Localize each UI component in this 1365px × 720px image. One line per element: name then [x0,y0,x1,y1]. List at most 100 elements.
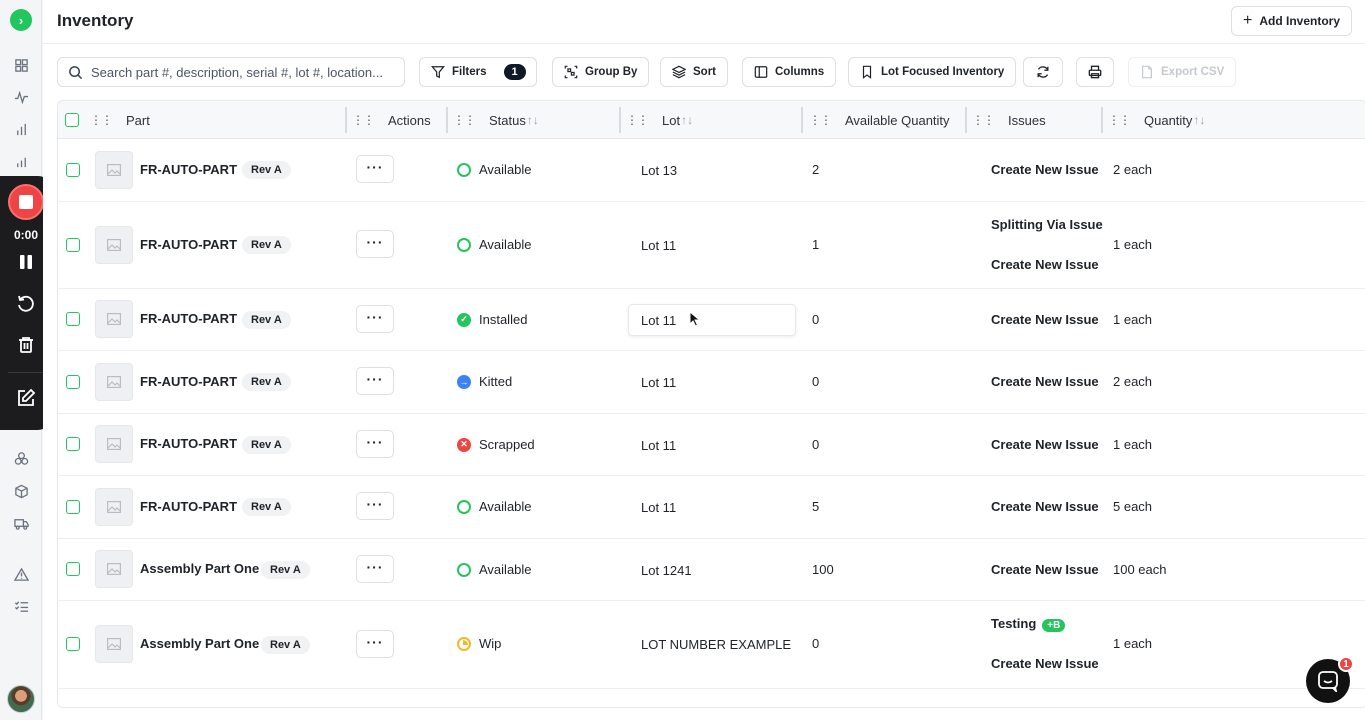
part-name[interactable]: Assembly Part One [140,561,259,576]
table-row[interactable]: FR-AUTO-PART Rev A ··· → Kitted Lot 11 0 … [58,351,1365,414]
select-all-checkbox[interactable] [65,113,79,127]
reports-icon[interactable] [12,152,30,170]
row-actions-more-button[interactable]: ··· [356,430,394,458]
row-actions-more-button[interactable]: ··· [356,305,394,333]
filters-button[interactable]: Filters 1 [419,57,537,87]
header-lot[interactable]: ⋮⋮ Lot ↑↓ [626,101,693,139]
row-checkbox[interactable] [66,163,80,177]
create-new-issue-link[interactable]: Create New Issue [991,562,1099,577]
lot-cell[interactable]: LOT NUMBER EXAMPLE [641,637,791,652]
row-actions-more-button[interactable]: ··· [356,630,394,658]
create-new-issue-link[interactable]: Create New Issue [991,374,1099,389]
header-quantity[interactable]: ⋮⋮ Quantity ↑↓ [1108,101,1205,139]
header-status[interactable]: ⋮⋮ Status ↑↓ [453,101,539,139]
lot-cell[interactable]: Lot 11 [641,313,676,328]
sort-arrows-icon[interactable]: ↑↓ [527,113,539,127]
table-row[interactable]: Assembly Part One Rev A ··· Wip LOT NUMB… [58,601,1365,689]
row-checkbox[interactable] [66,375,80,389]
user-avatar[interactable] [7,685,35,713]
part-name[interactable]: FR-AUTO-PART [140,374,237,389]
drag-handle-icon[interactable]: ⋮⋮ [1108,113,1131,127]
sort-arrows-icon[interactable]: ↑↓ [1193,113,1205,127]
group-by-button[interactable]: Group By [552,57,650,87]
part-name[interactable]: Assembly Part One [140,636,259,651]
annotate-button[interactable] [15,387,37,409]
activity-icon[interactable] [12,88,30,106]
drag-handle-icon[interactable]: ⋮⋮ [626,113,649,127]
lot-focused-inventory-button[interactable]: Lot Focused Inventory [848,57,1017,87]
create-new-issue-link[interactable]: Create New Issue [991,312,1099,327]
row-checkbox[interactable] [66,562,80,576]
create-new-issue-link[interactable]: Create New Issue [991,437,1099,452]
drag-handle-icon[interactable]: ⋮⋮ [352,113,375,127]
issue-link[interactable]: Testing +B [991,616,1066,632]
columns-button[interactable]: Columns [742,57,837,87]
delete-recording-button[interactable] [15,334,37,356]
issue-link[interactable]: Splitting Via Issue C [991,217,1107,232]
checklist-icon[interactable] [12,597,30,615]
drag-handle-icon[interactable]: ⋮⋮ [809,113,832,127]
bar-chart-icon[interactable] [12,120,30,138]
drag-handle-icon[interactable]: ⋮⋮ [972,113,995,127]
add-inventory-button[interactable]: + Add Inventory [1230,6,1352,36]
export-csv-button[interactable]: Export CSV [1128,57,1237,87]
warning-triangle-icon[interactable] [12,565,30,583]
print-button[interactable] [1076,57,1114,87]
pause-recording-button[interactable] [15,251,37,273]
part-name[interactable]: FR-AUTO-PART [140,162,237,177]
search-input[interactable] [91,64,391,80]
row-checkbox[interactable] [66,238,80,252]
column-resizer[interactable] [446,107,448,133]
row-actions-more-button[interactable]: ··· [356,555,394,583]
row-checkbox[interactable] [66,637,80,651]
table-row[interactable]: FR-AUTO-PART Rev A ··· Available Lot 11 … [58,476,1365,539]
header-available-quantity[interactable]: ⋮⋮ Available Quantity [809,101,950,139]
part-name[interactable]: FR-AUTO-PART [140,237,237,252]
refresh-button[interactable] [1023,57,1063,87]
table-row[interactable]: FR-AUTO-PART Rev A ··· Available Lot 13 … [58,139,1365,202]
part-name[interactable]: FR-AUTO-PART [140,436,237,451]
stop-recording-button[interactable] [8,184,44,220]
header-actions[interactable]: ⋮⋮ Actions [352,101,431,139]
row-actions-more-button[interactable]: ··· [356,155,394,183]
column-resizer[interactable] [345,107,347,133]
column-resizer[interactable] [965,107,967,133]
lot-cell[interactable]: Lot 1241 [641,563,692,578]
column-resizer[interactable] [801,107,803,133]
dashboard-icon[interactable] [12,56,30,74]
lot-cell[interactable]: Lot 11 [641,238,676,253]
drag-handle-icon[interactable]: ⋮⋮ [90,113,113,127]
table-row[interactable]: FR-AUTO-PART Rev A ··· ✓ Installed Lot 11… [58,289,1365,351]
create-new-issue-link[interactable]: Create New Issue [991,257,1099,272]
row-checkbox[interactable] [66,500,80,514]
lot-cell[interactable]: Lot 11 [641,438,676,453]
app-logo-chevron-icon[interactable]: › [10,9,32,31]
chat-support-button[interactable]: 1 [1306,656,1354,703]
lot-cell[interactable]: Lot 11 [641,375,676,390]
lot-cell[interactable]: Lot 13 [641,163,677,178]
table-row[interactable]: FR-AUTO-PART Rev A ··· Available Lot 11 … [58,202,1365,289]
header-part[interactable]: ⋮⋮ Part [90,101,150,139]
part-name[interactable]: FR-AUTO-PART [140,499,237,514]
row-actions-more-button[interactable]: ··· [356,230,394,258]
drag-handle-icon[interactable]: ⋮⋮ [453,113,476,127]
inventory-box-icon[interactable] [12,482,30,500]
create-new-issue-link[interactable]: Create New Issue [991,499,1099,514]
header-issues[interactable]: ⋮⋮ Issues [972,101,1046,139]
shipping-truck-icon[interactable] [12,514,30,532]
row-checkbox[interactable] [66,437,80,451]
row-actions-more-button[interactable]: ··· [356,367,394,395]
column-resizer[interactable] [1101,107,1103,133]
create-new-issue-link[interactable]: Create New Issue [991,162,1099,177]
create-new-issue-link[interactable]: Create New Issue [991,656,1099,671]
sort-arrows-icon[interactable]: ↑↓ [681,113,693,127]
table-row[interactable]: FR-AUTO-PART Rev A ··· ✕ Scrapped Lot 11 … [58,414,1365,476]
sort-button[interactable]: Sort [660,57,728,87]
row-checkbox[interactable] [66,312,80,326]
restart-recording-button[interactable] [15,293,37,315]
table-row[interactable]: Assembly Part One Rev A ··· Available Lo… [58,539,1365,601]
parts-icon[interactable] [12,449,30,467]
part-name[interactable]: FR-AUTO-PART [140,311,237,326]
row-actions-more-button[interactable]: ··· [356,492,394,520]
lot-cell[interactable]: Lot 11 [641,500,676,515]
